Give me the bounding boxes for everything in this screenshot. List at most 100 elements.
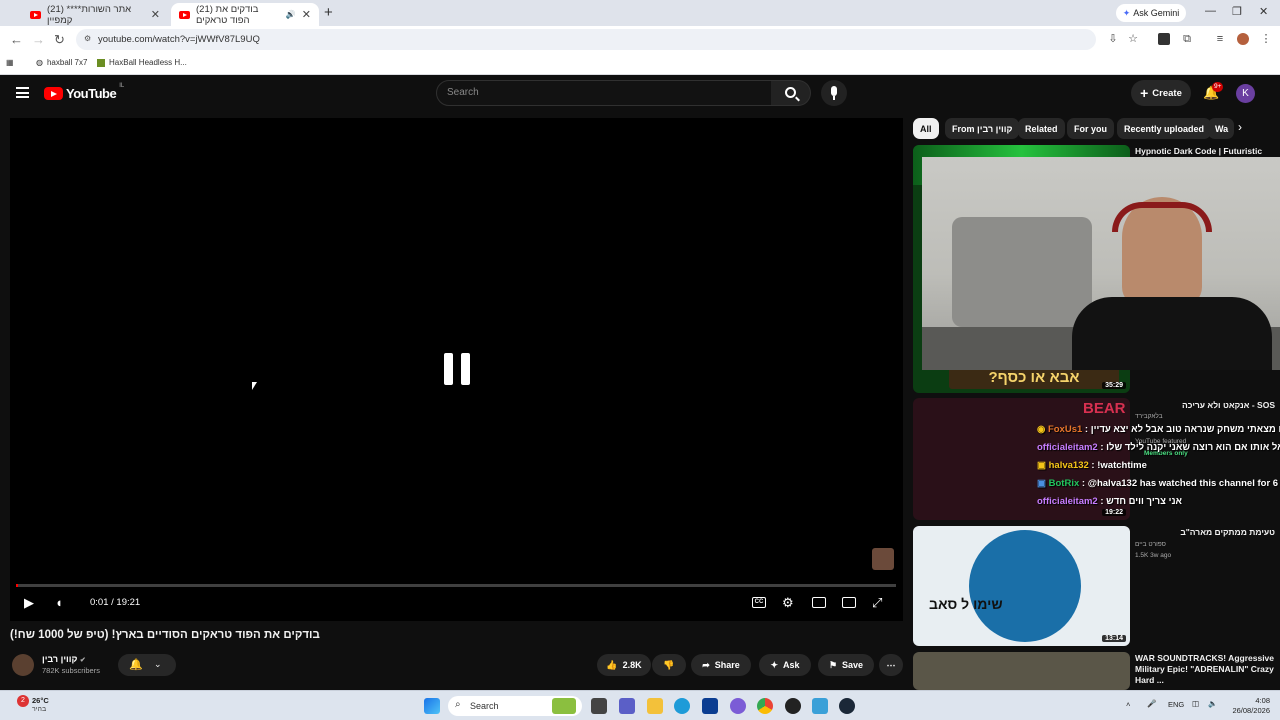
tray-chevron-icon[interactable]: ˄ bbox=[1126, 700, 1130, 709]
chip-for-you[interactable]: For you bbox=[1067, 118, 1114, 139]
create-label: Create bbox=[1152, 87, 1182, 99]
volume-icon[interactable]: ◖ bbox=[55, 595, 63, 610]
account-avatar[interactable]: K bbox=[1236, 84, 1255, 103]
settings-gear-icon[interactable]: ⚙ bbox=[782, 595, 794, 611]
rec-thumbnail[interactable] bbox=[913, 652, 1130, 690]
save-button[interactable]: ⚑ Save bbox=[818, 654, 874, 676]
close-window-icon[interactable]: ✕ bbox=[1259, 5, 1268, 18]
store-icon[interactable] bbox=[702, 698, 718, 714]
minimize-icon[interactable]: — bbox=[1205, 5, 1216, 17]
forward-icon[interactable]: → bbox=[32, 32, 45, 47]
bookmark-star-icon[interactable]: ☆ bbox=[1127, 33, 1139, 45]
teams-icon[interactable] bbox=[619, 698, 635, 714]
restore-icon[interactable]: ❐ bbox=[1232, 5, 1242, 18]
ask-label: Ask bbox=[783, 660, 800, 670]
progress-bar[interactable] bbox=[16, 584, 896, 587]
search-button[interactable] bbox=[771, 80, 811, 106]
site-info-icon[interactable]: ⚙ bbox=[84, 34, 91, 43]
fullscreen-icon[interactable]: ⤢ bbox=[872, 595, 882, 611]
duration-badge: 13:14 bbox=[1102, 635, 1126, 642]
browser-tab-active[interactable]: (21) בודקים את הפוד טראקים 🔊 ✕ bbox=[171, 3, 319, 26]
chip-related[interactable]: Related bbox=[1018, 118, 1065, 139]
duration-badge: 35:29 bbox=[1102, 382, 1126, 389]
profile-avatar-icon[interactable] bbox=[1237, 33, 1249, 45]
windows-taskbar: 2 26°C בהיר ⌕ Search ˄ 🎤 ENG ◫ 🔈 4:08 26… bbox=[0, 690, 1280, 720]
windows-start-icon[interactable] bbox=[424, 698, 440, 714]
rec-thumbnail[interactable]: שימו ל סאב 13:14 bbox=[913, 526, 1130, 646]
bookmark-item[interactable]: ◍ haxball 7x7 bbox=[36, 58, 87, 67]
install-app-icon[interactable]: ⇩ bbox=[1107, 33, 1119, 45]
speaker-icon[interactable]: 🔊 bbox=[286, 10, 296, 19]
create-button[interactable]: + Create bbox=[1131, 80, 1191, 106]
channel-watermark[interactable] bbox=[872, 548, 894, 570]
captions-icon[interactable]: CC bbox=[752, 597, 766, 608]
url-bar[interactable]: ⚙ youtube.com/watch?v=jWWfV87L9UQ bbox=[76, 29, 1096, 50]
discord-icon[interactable] bbox=[730, 698, 746, 714]
channel-avatar[interactable] bbox=[12, 654, 34, 676]
close-tab-icon[interactable]: ✕ bbox=[302, 8, 311, 21]
chat-message: ◉ FoxUs1 : או מצאתי משחק שנראה טוב אבל ל… bbox=[1037, 424, 1280, 435]
more-actions-button[interactable]: ⋯ bbox=[879, 654, 903, 676]
file-explorer-icon[interactable] bbox=[647, 698, 663, 714]
share-button[interactable]: ➦ Share bbox=[691, 654, 751, 676]
rec-title[interactable]: WAR SOUNDTRACKS! Aggressive Military Epi… bbox=[1135, 653, 1275, 689]
menu-icon[interactable] bbox=[16, 87, 29, 98]
chip-watched[interactable]: Wa bbox=[1208, 118, 1234, 139]
bookmark-item[interactable]: HaxBall Headless H... bbox=[97, 58, 187, 67]
subscription-bell-button[interactable]: 🔔 ⌄ bbox=[118, 654, 176, 676]
rec-title[interactable]: Hypnotic Dark Code | Futuristic bbox=[1135, 146, 1275, 157]
voice-search-button[interactable] bbox=[821, 80, 847, 106]
new-tab-button[interactable]: + bbox=[324, 4, 333, 21]
clock-time[interactable]: 4:08 bbox=[1234, 696, 1270, 705]
chat-text: @halva132 has watched this channel for 6 bbox=[1087, 478, 1279, 489]
extension-icon[interactable] bbox=[1158, 33, 1170, 45]
ask-gemini-button[interactable]: ✦ Ask Gemini bbox=[1116, 4, 1186, 22]
rec-title[interactable]: טעימת ממתקים מארה"ב bbox=[1135, 527, 1275, 538]
search-input[interactable]: Search bbox=[436, 80, 772, 106]
mic-tray-icon[interactable]: 🎤 bbox=[1147, 699, 1156, 708]
miniplayer-icon[interactable] bbox=[812, 597, 826, 608]
chrome-menu-icon[interactable]: ⋮ bbox=[1260, 33, 1272, 45]
thumb-art: BEAR bbox=[1083, 400, 1126, 417]
chip-all[interactable]: All bbox=[913, 118, 939, 139]
play-icon[interactable]: ▶ bbox=[24, 595, 34, 611]
microphone-icon bbox=[831, 86, 837, 96]
ask-button[interactable]: ✦ Ask bbox=[759, 654, 811, 676]
subscriber-count: 782K subscribers bbox=[42, 666, 100, 675]
close-tab-icon[interactable]: ✕ bbox=[151, 8, 160, 21]
chrome-icon[interactable] bbox=[757, 698, 773, 714]
youtube-logo[interactable]: YouTube IL bbox=[44, 83, 124, 101]
chat-user: FoxUs1 bbox=[1047, 424, 1083, 435]
rec-title[interactable]: SOS - אנקאט ולא עריכה bbox=[1135, 400, 1275, 411]
edge-icon[interactable] bbox=[674, 698, 690, 714]
dislike-button[interactable]: 👎 bbox=[652, 654, 686, 676]
extensions-puzzle-icon[interactable]: ⧉ bbox=[1181, 33, 1193, 45]
volume-tray-icon[interactable]: 🔈 bbox=[1208, 699, 1217, 708]
ask-gemini-label: Ask Gemini bbox=[1133, 8, 1180, 18]
language-indicator[interactable]: ENG bbox=[1168, 700, 1184, 709]
taskbar-search[interactable]: ⌕ Search bbox=[448, 696, 582, 716]
chevron-right-icon[interactable]: › bbox=[1238, 120, 1242, 134]
steam-icon[interactable] bbox=[839, 698, 855, 714]
weather-temp[interactable]: 26°C bbox=[32, 696, 49, 705]
reload-icon[interactable]: ↻ bbox=[54, 32, 65, 48]
chip-recently-uploaded[interactable]: Recently uploaded bbox=[1117, 118, 1212, 139]
taskbar-search-label: Search bbox=[470, 701, 499, 711]
task-view-icon[interactable] bbox=[591, 698, 607, 714]
chip-from-channel[interactable]: From קווין רבין bbox=[945, 118, 1020, 139]
apps-grid-icon[interactable]: ▦ bbox=[6, 58, 14, 67]
video-player[interactable]: ▶ ◖ 0:01 / 19:21 CC ⚙ ⤢ bbox=[10, 118, 903, 621]
network-icon[interactable]: ◫ bbox=[1192, 699, 1199, 708]
tab-search-icon[interactable]: ≡ bbox=[1214, 33, 1226, 45]
app-icon[interactable] bbox=[812, 698, 828, 714]
search-icon bbox=[785, 87, 796, 98]
browser-tab[interactable]: (21) **אתר השורות** קמפיין ✕ bbox=[22, 3, 168, 26]
like-button[interactable]: 👍 2.8K bbox=[597, 654, 651, 676]
app-icon[interactable] bbox=[785, 698, 801, 714]
share-label: Share bbox=[714, 660, 740, 670]
logo-wordmark: YouTube bbox=[66, 86, 117, 101]
back-icon[interactable]: ← bbox=[10, 32, 23, 47]
channel-name[interactable]: קווין רבין ✔ bbox=[42, 654, 86, 664]
clock-date[interactable]: 26/08/2026 bbox=[1222, 706, 1270, 715]
cast-icon[interactable] bbox=[842, 597, 856, 608]
